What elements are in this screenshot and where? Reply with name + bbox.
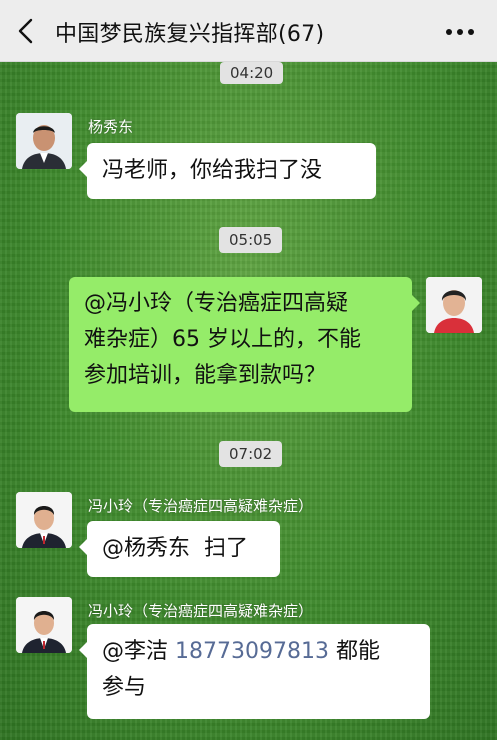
message-text-line: @李洁 18773097813 都能 xyxy=(102,634,415,670)
avatar[interactable] xyxy=(16,492,72,548)
message-bubble[interactable]: @杨秀东 扫了 xyxy=(79,521,280,577)
message-text: 都能 xyxy=(335,639,380,664)
avatar[interactable] xyxy=(16,113,72,169)
avatar-woman-icon xyxy=(16,492,72,548)
message-text: @杨秀东 扫了 xyxy=(102,536,248,561)
avatar[interactable] xyxy=(16,597,72,653)
own-avatar[interactable] xyxy=(426,277,482,333)
chevron-left-icon[interactable] xyxy=(16,18,38,44)
chat-title: 中国梦民族复兴指挥部(67) xyxy=(55,22,325,47)
phone-number-link[interactable]: 18773097813 xyxy=(175,639,329,664)
message-text-line: 参加培训，能拿到款吗？ xyxy=(84,363,327,388)
mention: @李洁 xyxy=(102,639,169,664)
timestamp: 05:05 xyxy=(219,227,283,253)
message-bubble[interactable]: 冯老师，你给我扫了没 xyxy=(79,143,376,199)
sender-name: 冯小玲（专治癌症四高疑难杂症） xyxy=(88,497,314,515)
timestamp: 07:02 xyxy=(219,441,283,467)
avatar-woman-icon xyxy=(426,277,482,333)
avatar-man-icon xyxy=(16,113,72,169)
avatar-woman-icon xyxy=(16,597,72,653)
sender-name: 杨秀东 xyxy=(88,118,134,136)
message-text-line: 参与 xyxy=(102,675,147,700)
more-dots-icon[interactable] xyxy=(445,28,475,36)
message-text-line: @冯小玲（专治癌症四高疑 xyxy=(84,291,349,316)
sender-name: 冯小玲（专治癌症四高疑难杂症） xyxy=(88,602,314,620)
own-message-bubble[interactable]: @冯小玲（专治癌症四高疑 难杂症）65 岁以上的，不能 参加培训，能拿到款吗？ xyxy=(69,277,420,412)
timestamp: 04:20 xyxy=(220,62,284,84)
message-text: 冯老师，你给我扫了没 xyxy=(102,158,323,183)
top-nav-bar: 中国梦民族复兴指挥部(67) xyxy=(0,0,497,62)
message-text-line: 难杂症）65 岁以上的，不能 xyxy=(84,327,361,352)
message-bubble[interactable]: @李洁 18773097813 都能 参与 xyxy=(79,624,430,719)
